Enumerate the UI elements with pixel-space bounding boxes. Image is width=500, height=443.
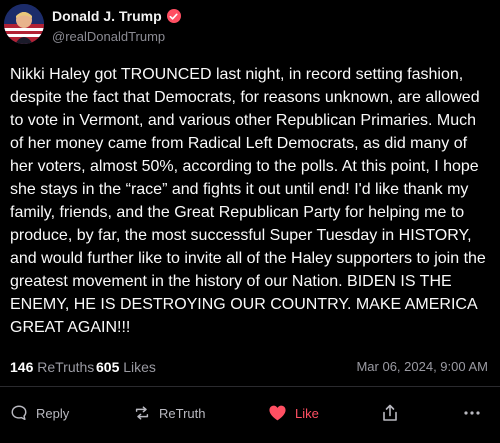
divider — [0, 386, 500, 387]
likes-stat[interactable]: 605 Likes — [96, 359, 156, 375]
more-dots-icon — [463, 404, 481, 422]
retruths-count: 146 — [10, 359, 34, 375]
retruth-button[interactable]: ReTruth — [133, 404, 205, 422]
reply-button[interactable]: Reply — [10, 404, 69, 422]
retruths-stat[interactable]: 146 ReTruths — [10, 359, 94, 375]
verified-badge-icon — [166, 9, 181, 23]
post-timestamp[interactable]: Mar 06, 2024, 9:00 AM — [356, 359, 488, 374]
post-stats: 146 ReTruths 605 Likes Mar 06, 2024, 9:0… — [10, 359, 488, 379]
share-icon — [382, 404, 398, 422]
speech-bubble-icon — [10, 404, 28, 422]
retruths-label: ReTruths — [37, 359, 95, 375]
heart-icon — [268, 404, 287, 422]
reply-label: Reply — [36, 405, 70, 421]
likes-count: 605 — [96, 359, 120, 375]
author-row: Donald J. Trump — [52, 8, 181, 24]
like-label: Like — [295, 405, 319, 421]
post-card: Donald J. Trump @realDonaldTrump Nikki H… — [0, 0, 500, 443]
retruth-arrows-icon — [133, 404, 151, 422]
share-button[interactable] — [382, 404, 398, 422]
post-body: Nikki Haley got TROUNCED last night, in … — [10, 66, 491, 336]
like-button[interactable]: Like — [268, 404, 319, 422]
action-bar: Reply ReTruth Like — [0, 396, 500, 430]
author-name[interactable]: Donald J. Trump — [52, 8, 162, 24]
retruth-label: ReTruth — [159, 405, 206, 421]
avatar[interactable] — [4, 4, 44, 44]
more-button[interactable] — [463, 404, 481, 422]
likes-label: Likes — [123, 359, 156, 375]
post-header: Donald J. Trump @realDonaldTrump — [4, 4, 496, 44]
author-handle[interactable]: @realDonaldTrump — [52, 29, 165, 44]
